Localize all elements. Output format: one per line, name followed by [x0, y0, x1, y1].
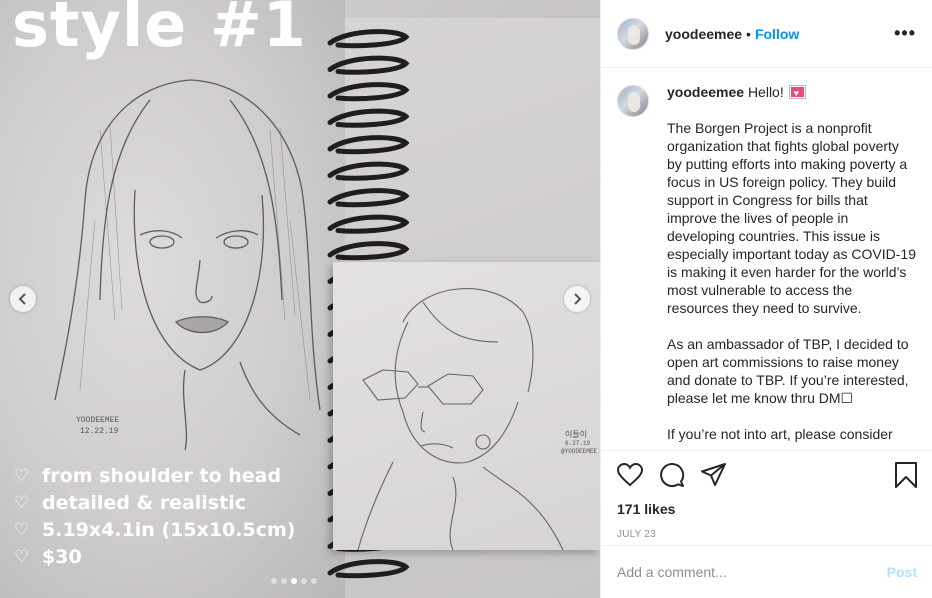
spiral-ring: [327, 559, 410, 579]
follow-button[interactable]: Follow: [755, 26, 799, 42]
portrait-sketch-left: [54, 79, 321, 450]
caption-line: ♡ detailed & realistic: [14, 489, 295, 516]
caption-line: ♡ $30: [14, 543, 295, 570]
chevron-left-icon: [18, 293, 26, 305]
spiral-ring: [327, 55, 410, 75]
caption-text: from shoulder to head: [42, 464, 282, 487]
carousel-indicator: [271, 578, 317, 584]
spiral-ring: [327, 135, 410, 155]
portrait-sketch-right: [357, 288, 564, 551]
comment-paragraph: As an ambassador of TBP, I decided to op…: [667, 336, 909, 406]
sketch-date-right: 6.27.19: [565, 440, 591, 447]
heart-icon: ♡: [14, 465, 30, 486]
caption-line: ♡ 5.19x4.1in (15x10.5cm): [14, 516, 295, 543]
caption-text: $30: [42, 545, 82, 568]
comment-input[interactable]: [617, 564, 879, 580]
post-actions-area: 171 likes JULY 23: [601, 450, 932, 540]
sketch-signature-right: 이들이: [565, 431, 588, 440]
carousel-dot[interactable]: [291, 578, 297, 584]
separator-bullet: •: [746, 25, 751, 42]
caption-overlay: ♡ from shoulder to head ♡ detailed & reali…: [14, 462, 295, 570]
sketch-signature-left: YOODEEMEE: [76, 416, 120, 425]
comments-section[interactable]: yoodeemee Hello! The Borgen Project is a…: [601, 69, 932, 450]
likes-count[interactable]: 171 likes: [601, 501, 932, 517]
action-bar: [601, 451, 932, 499]
chevron-right-icon: [574, 293, 582, 305]
spiral-ring: [327, 241, 410, 261]
heart-icon: ♡: [14, 546, 30, 567]
caption-line: ♡ from shoulder to head: [14, 462, 295, 489]
inset-sketch-card: 이들이 6.27.19 @YOODEEMEE: [333, 262, 600, 551]
comment-body: yoodeemee Hello! The Borgen Project is a…: [667, 83, 917, 450]
add-comment-bar: Post: [601, 545, 932, 598]
spiral-ring: [327, 161, 410, 181]
carousel-next-button[interactable]: [564, 286, 590, 312]
avatar[interactable]: [617, 85, 649, 117]
comment-username[interactable]: yoodeemee: [667, 84, 744, 100]
sketch-date-left: 12.22.19: [80, 427, 119, 436]
carousel-dot[interactable]: [311, 578, 317, 584]
spiral-ring: [327, 29, 410, 49]
caption-text: detailed & realistic: [42, 491, 246, 514]
post-header: yoodeemee • Follow •••: [601, 0, 932, 68]
carousel-dot[interactable]: [301, 578, 307, 584]
avatar[interactable]: [617, 17, 649, 50]
share-send-icon[interactable]: [701, 463, 727, 487]
heart-icon: ♡: [14, 519, 30, 540]
spiral-ring: [327, 214, 410, 234]
comment-bubble-icon[interactable]: [659, 462, 685, 488]
post-date[interactable]: JULY 23: [601, 529, 932, 540]
comment-paragraph: If you’re not into art, please consider: [667, 426, 893, 442]
style-title-overlay: style #1: [12, 0, 307, 61]
post-media[interactable]: YOODEEMEE 12.22.19 이들이 6.27.19 @YOODEEME…: [0, 0, 600, 598]
like-heart-icon[interactable]: [617, 463, 643, 487]
sketch-handle-right: @YOODEEMEE: [561, 448, 598, 455]
more-options-icon[interactable]: •••: [894, 23, 916, 44]
carousel-dot[interactable]: [281, 578, 287, 584]
heart-icon: ♡: [14, 492, 30, 513]
spiral-ring: [327, 108, 410, 128]
bookmark-save-icon[interactable]: [895, 462, 917, 488]
header-username[interactable]: yoodeemee: [665, 26, 742, 42]
spiral-ring: [327, 188, 410, 208]
love-letter-icon: [788, 84, 806, 102]
carousel-prev-button[interactable]: [10, 286, 36, 312]
comment-paragraph: The Borgen Project is a nonprofit organi…: [667, 120, 916, 316]
post-side-panel: yoodeemee • Follow ••• yoodeemee Hello! …: [600, 0, 932, 598]
caption-comment: yoodeemee Hello! The Borgen Project is a…: [617, 83, 917, 450]
caption-text: 5.19x4.1in (15x10.5cm): [42, 518, 296, 541]
carousel-dot[interactable]: [271, 578, 277, 584]
post-comment-button[interactable]: Post: [887, 564, 917, 580]
spiral-ring: [327, 82, 410, 102]
comment-greeting: Hello!: [747, 84, 784, 100]
